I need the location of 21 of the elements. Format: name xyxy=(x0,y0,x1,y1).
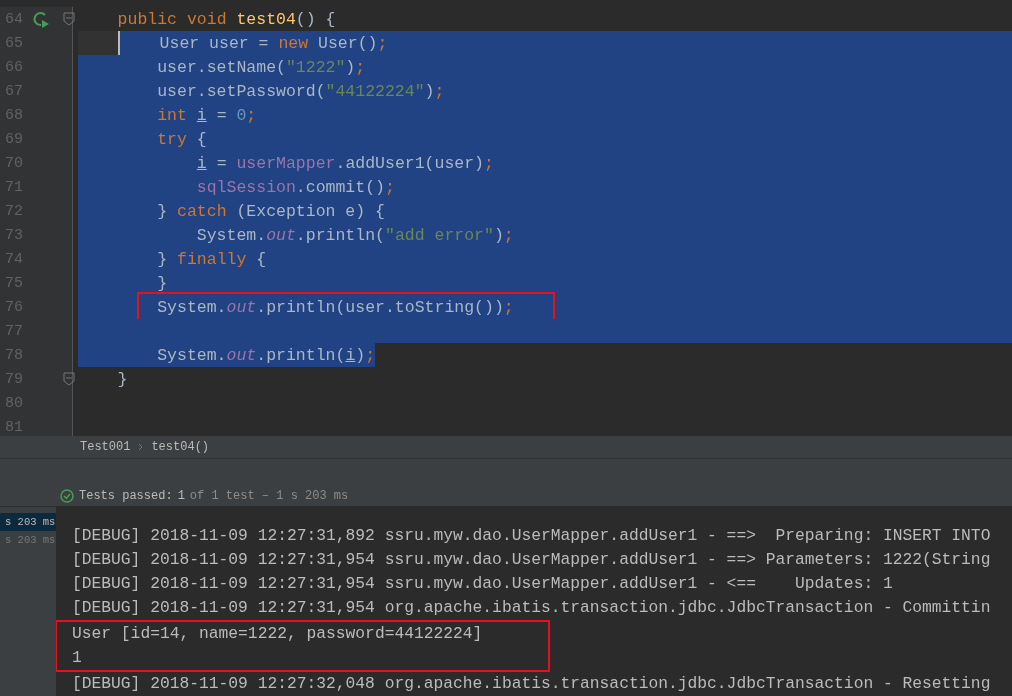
code-line: } xyxy=(116,368,129,391)
chevron-icon xyxy=(138,443,144,451)
console-line: [DEBUG] 2018-11-09 12:27:31,954 org.apache.ibatis.transaction.jdbc.JdbcTransaction - Committin xyxy=(72,598,991,617)
code-line: public void test04() { xyxy=(116,8,337,31)
console-line: [DEBUG] 2018-11-09 12:27:31,954 ssru.myw.dao.UserMapper.addUser1 - <== Updates: 1 xyxy=(72,574,893,593)
console-line: [DEBUG] 2018-11-09 12:27:31,954 ssru.myw.dao.UserMapper.addUser1 - ==> Parameters: 1222(String xyxy=(72,550,991,569)
console-line: [DEBUG] 2018-11-09 12:27:32,048 org.apache.ibatis.transaction.jdbc.JdbcTransaction - Resetting xyxy=(72,674,991,693)
status-count: 1 xyxy=(177,488,185,503)
run-icon[interactable] xyxy=(32,10,50,28)
text-caret xyxy=(118,31,120,55)
status-label: Tests passed: xyxy=(79,488,173,503)
status-detail: of 1 test – 1 s 203 ms xyxy=(189,488,349,503)
console-line: [DEBUG] 2018-11-09 12:27:31,892 ssru.myw.dao.UserMapper.addUser1 - ==> Preparing: INSERT INTO xyxy=(72,526,991,545)
check-circle-icon xyxy=(60,488,74,503)
fold-icon[interactable] xyxy=(63,372,75,386)
breadcrumb-item[interactable]: test04() xyxy=(151,440,210,454)
breadcrumb-item[interactable]: Test001 xyxy=(80,440,131,454)
fold-icon[interactable] xyxy=(63,12,75,26)
console-line: User [id=14, name=1222, password=44122224] xyxy=(72,624,483,643)
console-line: 1 xyxy=(72,648,82,667)
test-tree-item[interactable]: s 203 ms xyxy=(0,513,56,531)
